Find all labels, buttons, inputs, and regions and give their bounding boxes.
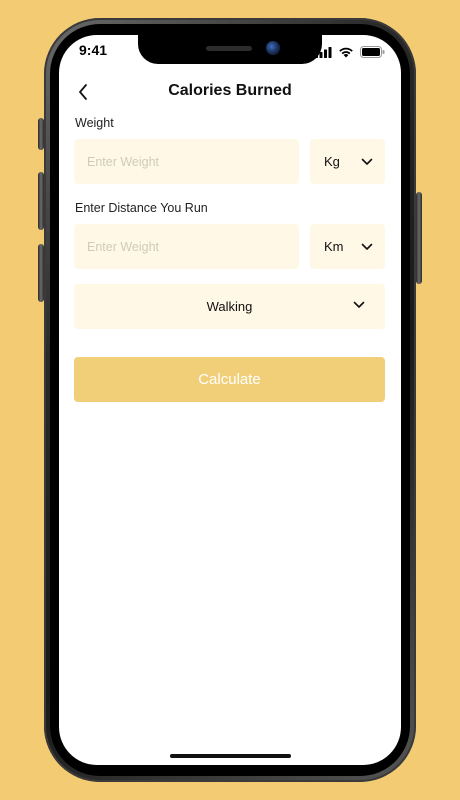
speaker-grille bbox=[206, 46, 252, 51]
weight-unit-value: Kg bbox=[324, 154, 340, 169]
distance-label: Enter Distance You Run bbox=[75, 201, 208, 215]
volume-down-button bbox=[38, 244, 44, 302]
power-button bbox=[416, 192, 422, 284]
weight-unit-select[interactable]: Kg bbox=[310, 139, 385, 184]
volume-up-button bbox=[38, 172, 44, 230]
distance-unit-value: Km bbox=[324, 239, 344, 254]
status-icons bbox=[315, 45, 385, 63]
weight-label: Weight bbox=[75, 116, 114, 130]
distance-unit-select[interactable]: Km bbox=[310, 224, 385, 269]
notch bbox=[138, 35, 322, 64]
header: Calories Burned bbox=[59, 80, 401, 104]
calculate-button[interactable]: Calculate bbox=[74, 357, 385, 402]
page-title: Calories Burned bbox=[168, 82, 292, 99]
status-time: 9:41 bbox=[79, 42, 108, 58]
phone-screen: 9:41 Calories Burned Weight Enter Weight… bbox=[59, 35, 401, 765]
chevron-down-icon bbox=[361, 158, 373, 165]
front-camera bbox=[266, 41, 280, 55]
activity-value: Walking bbox=[206, 299, 253, 314]
weight-input[interactable] bbox=[74, 139, 299, 184]
home-indicator bbox=[170, 754, 291, 758]
silent-switch bbox=[38, 118, 44, 150]
activity-select[interactable]: Walking bbox=[74, 284, 385, 329]
chevron-down-icon bbox=[353, 301, 365, 308]
distance-field bbox=[74, 224, 299, 269]
battery-icon bbox=[360, 45, 385, 63]
wifi-icon bbox=[338, 45, 354, 63]
distance-input[interactable] bbox=[74, 224, 299, 269]
weight-field bbox=[74, 139, 299, 184]
chevron-down-icon bbox=[361, 243, 373, 250]
cellular-signal-icon bbox=[315, 45, 332, 63]
